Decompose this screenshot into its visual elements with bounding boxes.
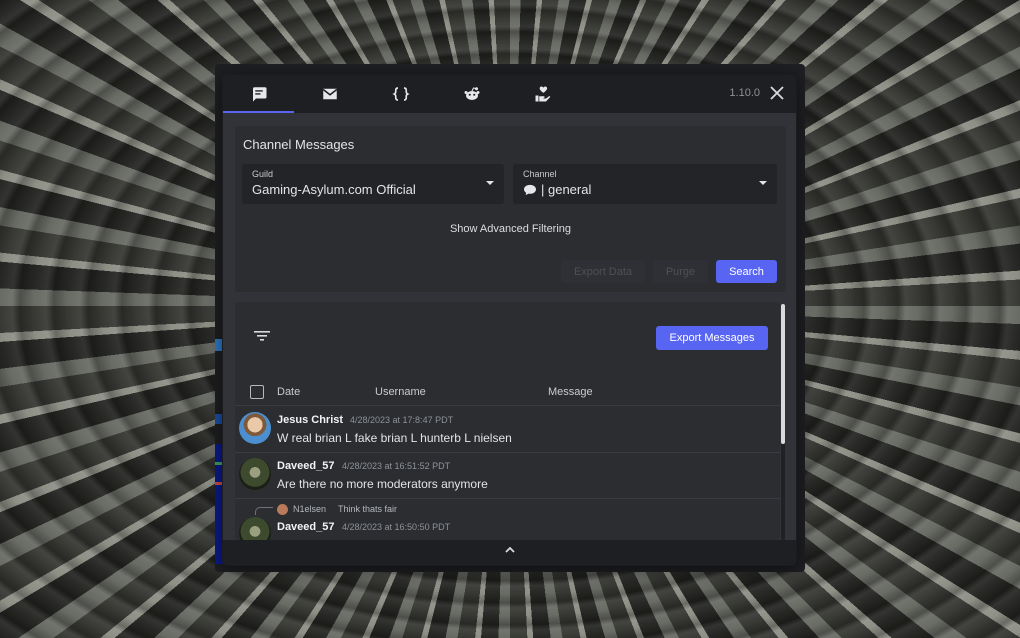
message-username[interactable]: Jesus Christ <box>277 414 343 426</box>
tab-direct-messages[interactable] <box>294 75 365 113</box>
column-header-date[interactable]: Date <box>277 386 300 398</box>
guild-value: Gaming-Asylum.com Official <box>252 182 416 197</box>
avatar <box>239 412 271 444</box>
reply-username[interactable]: N1elsen <box>293 504 326 514</box>
message-results-panel: Export Messages Date Username Message Je… <box>235 302 780 540</box>
guild-select[interactable]: Guild Gaming-Asylum.com Official <box>242 164 504 204</box>
message-timestamp: 4/28/2023 at 16:51:52 PDT <box>342 461 451 471</box>
column-header-username[interactable]: Username <box>375 386 426 398</box>
guild-label: Guild <box>252 169 274 179</box>
bottom-bar <box>223 540 796 565</box>
message-timestamp: 4/28/2023 at 17:8:47 PDT <box>350 415 454 425</box>
caret-down-icon <box>486 181 494 185</box>
panel-title: Channel Messages <box>243 137 355 152</box>
avatar <box>239 517 271 540</box>
table-row[interactable]: N1elsen Think thats fair Daveed_57 4/28/… <box>235 499 780 540</box>
reddit-icon <box>464 87 479 100</box>
reply-text: Think thats fair <box>338 504 398 514</box>
version-label: 1.10.0 <box>729 87 760 99</box>
caret-down-icon <box>759 181 767 185</box>
table-row[interactable]: Jesus Christ 4/28/2023 at 17:8:47 PDT W … <box>235 407 780 453</box>
export-data-button[interactable]: Export Data <box>561 260 645 283</box>
tab-channel-messages[interactable] <box>223 75 294 113</box>
avatar <box>239 458 271 490</box>
channel-value: | general <box>541 182 592 197</box>
message-text: Are there no more moderators anymore <box>277 477 488 491</box>
speech-bubble-icon <box>524 184 536 195</box>
mail-icon <box>322 88 337 100</box>
search-button[interactable]: Search <box>716 260 777 283</box>
select-all-checkbox[interactable] <box>250 385 264 399</box>
close-icon <box>770 86 784 100</box>
scrollbar-thumb[interactable] <box>781 304 785 444</box>
chevron-up-icon[interactable] <box>504 545 516 555</box>
export-messages-button[interactable]: Export Messages <box>656 326 768 350</box>
results-scrollbar[interactable] <box>781 304 785 540</box>
message-username[interactable]: Daveed_57 <box>277 460 335 472</box>
close-button[interactable] <box>768 84 786 102</box>
channel-messages-filter-panel: Channel Messages Guild Gaming-Asylum.com… <box>235 126 786 292</box>
channel-label: Channel <box>523 169 557 179</box>
message-text: W real brian L fake brian L hunterb L ni… <box>277 431 512 445</box>
table-row[interactable]: Daveed_57 4/28/2023 at 16:51:52 PDT Are … <box>235 453 780 499</box>
message-timestamp: 4/28/2023 at 16:50:50 PDT <box>342 522 451 532</box>
purge-button[interactable]: Purge <box>653 260 708 283</box>
chat-bubble-icon <box>252 87 266 102</box>
table-header: Date Username Message <box>235 378 780 406</box>
tab-support[interactable] <box>507 75 578 113</box>
show-advanced-filtering-toggle[interactable]: Show Advanced Filtering <box>235 223 786 235</box>
column-header-message[interactable]: Message <box>548 386 593 398</box>
app-window: 1.10.0 Channel Messages Guild Gaming-Asy… <box>222 74 797 566</box>
channel-value-wrap: | general <box>523 182 591 197</box>
tab-reddit[interactable] <box>436 75 507 113</box>
braces-icon <box>391 87 410 101</box>
hand-heart-icon <box>535 86 550 102</box>
reply-avatar <box>277 504 288 515</box>
tab-json[interactable] <box>365 75 436 113</box>
message-username[interactable]: Daveed_57 <box>277 521 335 533</box>
tab-bar: 1.10.0 <box>223 75 796 113</box>
filter-list-icon[interactable] <box>252 329 274 343</box>
reply-connector <box>255 507 273 515</box>
channel-select[interactable]: Channel | general <box>513 164 777 204</box>
